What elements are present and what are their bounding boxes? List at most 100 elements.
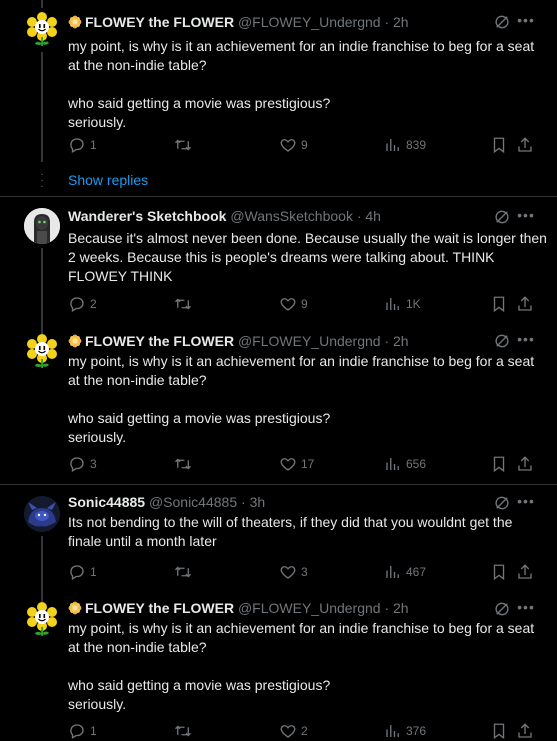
handle[interactable]: @FLOWEY_Undergnd — [238, 14, 381, 30]
display-name[interactable]: Wanderer's Sketchbook — [68, 208, 226, 224]
tweet-flowey-2[interactable]: FLOWEY the FLOWER @FLOWEY_Undergnd · 2h … — [0, 326, 557, 484]
reply-icon — [68, 136, 86, 154]
display-name[interactable]: FLOWEY the FLOWER — [85, 333, 234, 349]
display-name[interactable]: Sonic44885 — [68, 494, 145, 510]
tweet-header: Wanderer's Sketchbook @WansSketchbook · … — [68, 206, 381, 226]
reply-count: 2 — [90, 296, 97, 311]
bookmark-button[interactable] — [490, 453, 508, 473]
share-icon — [516, 722, 534, 740]
timestamp[interactable]: · 3h — [241, 494, 265, 510]
views-button[interactable]: 1K — [384, 293, 421, 313]
bookmark-button[interactable] — [490, 134, 508, 154]
action-bar: 1 3 467 — [68, 561, 538, 581]
tweet-sonic[interactable]: Sonic44885 @Sonic44885 · 3h ••• Its not … — [0, 484, 557, 594]
view-count: 376 — [406, 723, 427, 738]
view-count: 467 — [406, 564, 427, 579]
like-button[interactable]: 3 — [279, 561, 308, 581]
grok-icon[interactable] — [493, 208, 511, 226]
tweet-wanderer[interactable]: Wanderer's Sketchbook @WansSketchbook · … — [0, 196, 557, 326]
heart-icon — [279, 295, 297, 313]
share-icon — [516, 295, 534, 313]
view-count: 656 — [406, 456, 427, 471]
reply-count: 1 — [90, 564, 97, 579]
views-button[interactable]: 467 — [384, 561, 426, 581]
bookmark-button[interactable] — [490, 293, 508, 313]
handle[interactable]: @WansSketchbook — [230, 208, 353, 224]
timestamp[interactable]: · 4h — [357, 208, 381, 224]
like-button[interactable]: 2 — [279, 720, 308, 740]
reply-button[interactable]: 1 — [68, 720, 97, 740]
repost-button[interactable] — [174, 293, 192, 313]
like-button[interactable]: 9 — [279, 134, 308, 154]
repost-icon — [174, 563, 192, 581]
thread-line — [41, 326, 43, 334]
show-replies-link[interactable]: Show replies — [68, 170, 148, 190]
views-icon — [384, 722, 402, 740]
avatar[interactable] — [24, 496, 60, 532]
repost-icon — [174, 136, 192, 154]
reply-button[interactable]: 3 — [68, 453, 97, 473]
like-button[interactable]: 17 — [279, 453, 314, 473]
handle[interactable]: @Sonic44885 — [149, 494, 237, 510]
tweet-flowey-3[interactable]: FLOWEY the FLOWER @FLOWEY_Undergnd · 2h … — [0, 594, 557, 738]
heart-icon — [279, 455, 297, 473]
thread-line — [41, 0, 43, 8]
repost-button[interactable] — [174, 134, 192, 154]
flower-emoji-icon — [68, 15, 82, 29]
reply-button[interactable]: 1 — [68, 561, 97, 581]
bookmark-button[interactable] — [490, 720, 508, 740]
tweet-text: my point, is why is it an achievement fo… — [68, 38, 535, 130]
tweet-flowey-1[interactable]: FLOWEY the FLOWER @FLOWEY_Undergnd · 2h … — [0, 0, 557, 165]
more-options-icon[interactable]: ••• — [517, 332, 535, 350]
repost-icon — [174, 722, 192, 740]
more-options-icon[interactable]: ••• — [517, 600, 535, 618]
views-button[interactable]: 376 — [384, 720, 426, 740]
avatar[interactable] — [24, 602, 60, 638]
thread-line — [41, 536, 43, 594]
like-count: 3 — [301, 564, 308, 579]
timestamp[interactable]: · 2h — [384, 14, 408, 30]
bookmark-icon — [490, 455, 508, 473]
views-button[interactable]: 839 — [384, 134, 426, 154]
timestamp[interactable]: · 2h — [384, 333, 408, 349]
flower-emoji-icon — [68, 334, 82, 348]
share-button[interactable] — [516, 134, 534, 154]
timestamp[interactable]: · 2h — [384, 600, 408, 616]
bookmark-button[interactable] — [490, 561, 508, 581]
views-icon — [384, 455, 402, 473]
grok-icon[interactable] — [493, 13, 511, 31]
display-name[interactable]: FLOWEY the FLOWER — [85, 14, 234, 30]
repost-button[interactable] — [174, 453, 192, 473]
share-button[interactable] — [516, 561, 534, 581]
action-bar: 1 2 376 — [68, 720, 538, 740]
more-options-icon[interactable]: ••• — [517, 13, 535, 31]
reply-button[interactable]: 2 — [68, 293, 97, 313]
avatar[interactable] — [24, 12, 60, 48]
action-bar: 1 9 839 — [68, 134, 538, 154]
reply-icon — [68, 722, 86, 740]
avatar[interactable] — [24, 208, 60, 244]
tweet-header: FLOWEY the FLOWER @FLOWEY_Undergnd · 2h — [68, 598, 409, 618]
avatar[interactable] — [24, 334, 60, 370]
like-count: 2 — [301, 723, 308, 738]
handle[interactable]: @FLOWEY_Undergnd — [238, 600, 381, 616]
reply-button[interactable]: 1 — [68, 134, 97, 154]
thread-line — [41, 52, 43, 162]
views-button[interactable]: 656 — [384, 453, 426, 473]
repost-button[interactable] — [174, 720, 192, 740]
heart-icon — [279, 136, 297, 154]
display-name[interactable]: FLOWEY the FLOWER — [85, 600, 234, 616]
share-button[interactable] — [516, 293, 534, 313]
share-icon — [516, 136, 534, 154]
repost-button[interactable] — [174, 561, 192, 581]
grok-icon[interactable] — [493, 494, 511, 512]
grok-icon[interactable] — [493, 332, 511, 350]
share-button[interactable] — [516, 453, 534, 473]
more-options-icon[interactable]: ••• — [517, 494, 535, 512]
share-button[interactable] — [516, 720, 534, 740]
handle[interactable]: @FLOWEY_Undergnd — [238, 333, 381, 349]
more-options-icon[interactable]: ••• — [517, 208, 535, 226]
tweet-header: Sonic44885 @Sonic44885 · 3h — [68, 492, 265, 512]
grok-icon[interactable] — [493, 600, 511, 618]
like-button[interactable]: 9 — [279, 293, 308, 313]
